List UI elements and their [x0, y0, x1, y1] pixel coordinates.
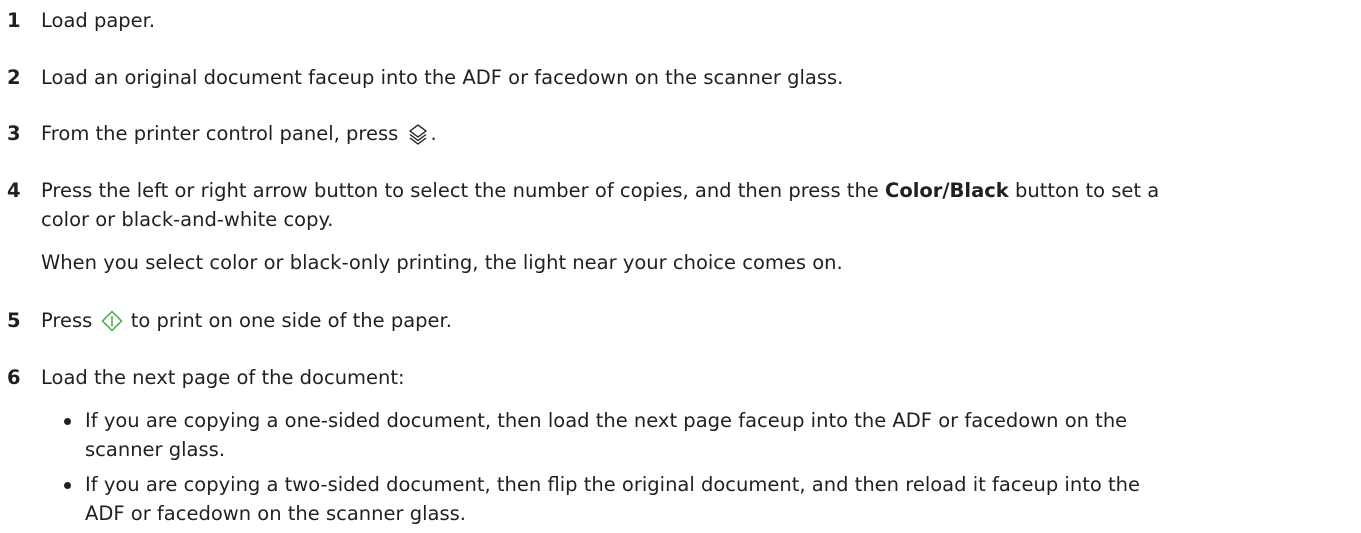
step-text: Load paper. [41, 9, 156, 32]
step-text-after: to print on one side of the paper. [130, 309, 452, 332]
step-text: Load an original document faceup into th… [41, 66, 844, 89]
bullet-text: If you are copying a two-sided document,… [85, 473, 1140, 525]
bullet-dot [64, 482, 71, 489]
bullet-text: If you are copying a one-sided document,… [85, 409, 1128, 461]
step-number: 3 [7, 122, 21, 145]
step-text: Press the left or right arrow button to … [41, 176, 1357, 234]
color-black-button-label: Color/Black [885, 179, 1009, 202]
step-text-before: Press [41, 309, 93, 332]
step-number: 2 [7, 66, 21, 89]
step-number: 5 [7, 309, 21, 332]
step-text-before: From the printer control panel, press [41, 122, 399, 145]
step-note: When you select color or black-only prin… [41, 251, 843, 274]
step-text-before: Press the left or right arrow button to … [41, 179, 879, 202]
step-text-after: . [430, 122, 437, 145]
step-text: Load the next page of the document: [41, 366, 405, 389]
step-number: 6 [7, 366, 21, 389]
step-text-line2: color or black-and-white copy. [41, 208, 334, 231]
step-text: From the printer control panel, press . [41, 119, 1357, 153]
bullet-dot [64, 418, 71, 425]
copy-stack-icon [407, 123, 429, 153]
step-text: Press to print on one side of the paper. [41, 306, 1357, 340]
start-diamond-icon [101, 310, 123, 340]
step-text-after: button to set a [1014, 179, 1160, 202]
step-number: 4 [7, 179, 21, 202]
step-number: 1 [7, 9, 21, 32]
